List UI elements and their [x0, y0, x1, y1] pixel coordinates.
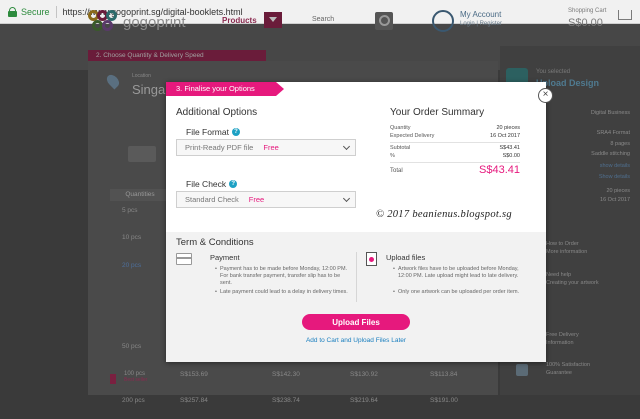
quantities-header: Quantities — [110, 189, 170, 201]
file-format-price: Free — [263, 143, 279, 152]
file-check-label: File Check ? — [186, 179, 238, 189]
bestseller-tag: Best seller — [124, 377, 148, 383]
summary-row-tax: % S$0.00 — [390, 153, 520, 159]
sidebar-detail: Digital Business — [590, 110, 630, 116]
quantity-row-50[interactable]: 50 pcs — [122, 343, 141, 350]
upload-bullet: Only one artwork can be uploaded per ord… — [393, 289, 522, 296]
summary-divider — [390, 142, 520, 143]
shopping-cart-icon[interactable] — [618, 10, 632, 20]
my-account[interactable]: My Account Login | Register — [460, 10, 502, 27]
cart-value[interactable]: S$0.00 — [568, 17, 603, 29]
blog-watermark: © 2017 beanienus.blogspot.sg — [376, 209, 512, 220]
products-dropdown-chevron-icon[interactable] — [264, 12, 282, 28]
quantity-row-200[interactable]: 200 pcs — [122, 397, 145, 404]
quantity-row-20[interactable]: 20 pcs — [122, 262, 141, 269]
search-icon[interactable] — [375, 12, 393, 30]
quantity-row-10[interactable]: 10 pcs — [122, 234, 141, 241]
cart-label: Shopping Cart — [568, 8, 607, 14]
satisfaction-label: 100% Satisfaction — [546, 362, 591, 368]
logo-text: gogoprint — [123, 13, 186, 31]
file-format-value: Print-Ready PDF file — [185, 143, 254, 152]
credit-card-icon — [176, 253, 192, 265]
summary-total-label: Total — [390, 168, 403, 174]
price-cell[interactable]: S$191.00 — [430, 397, 458, 404]
quantity-row-5[interactable]: 5 pcs — [122, 207, 138, 214]
selected-label: You selected — [536, 69, 571, 75]
price-cell[interactable]: S$130.92 — [350, 371, 378, 378]
search-input[interactable]: Search — [312, 16, 334, 23]
how-to-order-link[interactable]: How to Order — [546, 241, 579, 248]
price-cell[interactable]: S$257.84 — [180, 397, 208, 404]
thumbs-up-icon — [516, 364, 528, 376]
file-check-select[interactable]: Standard Check Free — [176, 191, 356, 208]
products-menu-label[interactable]: Products — [222, 16, 257, 25]
price-cell[interactable]: S$238.74 — [272, 397, 300, 404]
payment-bullet: Late payment could lead to a delay in de… — [215, 289, 348, 296]
payment-title: Payment — [210, 253, 240, 262]
step-3-tab: 3. Finalise your Options — [166, 82, 284, 96]
summary-total-value: S$43.41 — [479, 164, 520, 176]
summary-row-subtotal: Subtotal S$43.41 — [390, 145, 520, 151]
terms-title: Term & Conditions — [176, 237, 254, 248]
upload-files-button[interactable]: Upload Files — [302, 314, 410, 330]
account-avatar-icon[interactable] — [432, 10, 454, 32]
account-links[interactable]: Login | Register — [460, 21, 502, 27]
sidebar-detail: SRA4 Format — [596, 130, 630, 136]
order-summary-title: Your Order Summary — [390, 107, 485, 118]
additional-options-title: Additional Options — [176, 107, 258, 118]
upload-later-link[interactable]: Add to Cart and Upload Files Later — [266, 337, 446, 344]
chevron-down-icon — [342, 194, 351, 203]
upload-file-icon — [366, 252, 377, 266]
more-information-link[interactable]: More information — [546, 249, 587, 256]
price-cell[interactable]: S$113.84 — [430, 371, 457, 378]
price-cell[interactable]: S$142.30 — [272, 371, 300, 378]
price-cell[interactable]: S$219.64 — [350, 397, 378, 404]
logo-icon — [88, 10, 118, 34]
file-format-help-icon[interactable]: ? — [231, 128, 240, 136]
free-delivery-info-link[interactable]: Information — [546, 340, 574, 347]
summary-row-delivery: Expected Delivery 16 Oct 2017 — [390, 133, 520, 139]
chevron-down-icon — [342, 142, 351, 151]
step-2-header: 2. Choose Quantity & Delivery Speed — [88, 50, 266, 61]
payment-bullet: Payment has to be made before Monday, 12… — [215, 266, 348, 287]
file-format-select[interactable]: Print-Ready PDF file Free — [176, 139, 356, 156]
price-cell[interactable]: S$153.69 — [180, 371, 208, 378]
terms-divider — [356, 252, 357, 302]
secure-label: Secure — [21, 6, 50, 17]
file-check-help-icon[interactable]: ? — [229, 180, 238, 188]
location-label: Location — [132, 73, 151, 79]
delivery-truck-icon — [128, 146, 156, 162]
file-check-value: Standard Check — [185, 195, 239, 204]
creating-artwork-link[interactable]: Creating your artwork — [546, 280, 599, 287]
summary-row-quantity: Quantity 20 pieces — [390, 125, 520, 131]
file-check-price: Free — [248, 195, 265, 204]
sidebar-detail: 8 pages — [610, 141, 630, 147]
close-icon[interactable]: × — [538, 88, 553, 103]
address-separator — [55, 5, 57, 18]
show-details-link[interactable]: show details — [580, 163, 630, 169]
lock-icon — [8, 6, 17, 17]
quantity-row-100[interactable]: 100 pcs Best seller — [124, 371, 147, 383]
summary-divider — [390, 162, 520, 163]
free-delivery-label: Free Delivery — [546, 332, 579, 338]
bestseller-ribbon-icon — [110, 374, 116, 384]
sidebar-detail: 20 pieces — [606, 188, 630, 194]
site-logo[interactable]: gogoprint — [88, 10, 186, 34]
file-format-label: File Format ? — [186, 127, 240, 137]
show-details-link-2[interactable]: Show details — [580, 174, 630, 180]
upload-files-title: Upload files — [386, 253, 426, 262]
account-title: My Account — [460, 10, 502, 19]
upload-bullet: Artwork files have to be uploaded before… — [393, 266, 522, 280]
guarantee-label: Guarantee — [546, 370, 572, 376]
need-help-label: Need help — [546, 272, 572, 278]
sidebar-detail: 16 Oct 2017 — [600, 197, 630, 203]
sidebar-detail: Saddle stitching — [591, 151, 630, 157]
